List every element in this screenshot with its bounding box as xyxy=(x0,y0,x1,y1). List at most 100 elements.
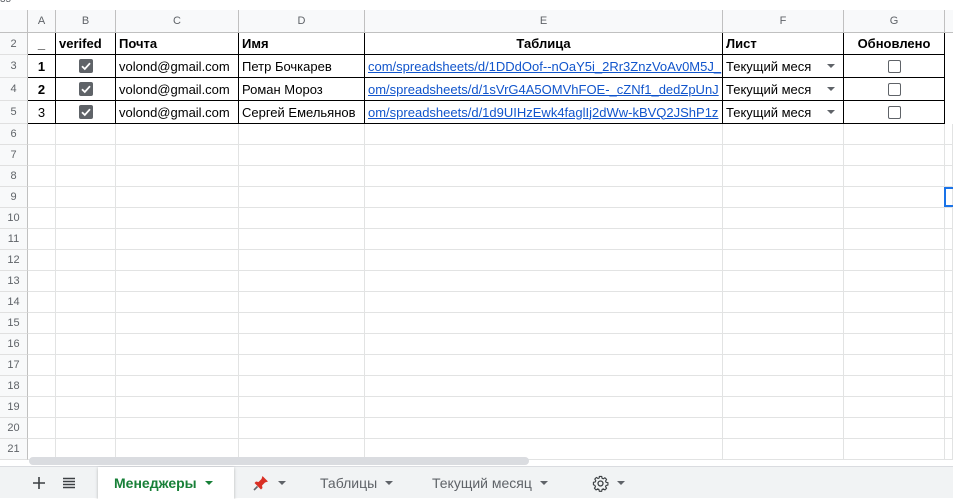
sheet-dropdown-cell[interactable]: Текущий меся xyxy=(723,78,844,101)
empty-cell[interactable] xyxy=(56,271,116,292)
empty-cell[interactable] xyxy=(116,355,239,376)
checkbox-checked[interactable] xyxy=(78,59,93,73)
column-header-g[interactable]: G xyxy=(844,10,945,33)
email-cell[interactable]: volond@gmail.com xyxy=(116,55,239,78)
updated-cell[interactable] xyxy=(844,78,945,101)
empty-cell[interactable] xyxy=(56,355,116,376)
row-header[interactable]: 17 xyxy=(0,355,28,376)
empty-cell[interactable] xyxy=(56,334,116,355)
empty-cell[interactable] xyxy=(116,208,239,229)
sheet-dropdown-cell[interactable]: Текущий меся xyxy=(723,101,844,124)
empty-cell[interactable] xyxy=(116,187,239,208)
empty-cell[interactable] xyxy=(365,145,723,166)
empty-cell[interactable] xyxy=(239,250,365,271)
empty-cell[interactable] xyxy=(365,334,723,355)
empty-cell[interactable] xyxy=(239,355,365,376)
checkbox-unchecked[interactable] xyxy=(887,105,901,119)
row-header[interactable]: 14 xyxy=(0,292,28,313)
row-header[interactable]: 20 xyxy=(0,418,28,439)
tab-settings[interactable] xyxy=(580,467,644,499)
column-header-b[interactable]: B xyxy=(56,10,116,33)
all-sheets-button[interactable] xyxy=(58,467,80,499)
row-header[interactable]: 7 xyxy=(0,145,28,166)
empty-cell[interactable] xyxy=(28,229,56,250)
empty-cell[interactable] xyxy=(844,418,945,439)
tab-menu-arrow-icon[interactable] xyxy=(278,481,286,485)
header-cell-verified[interactable]: verifed xyxy=(56,33,116,55)
dropdown-arrow-icon[interactable] xyxy=(827,110,835,114)
empty-cell[interactable] xyxy=(723,334,844,355)
table-link-cell[interactable]: com/spreadsheets/d/1DDdOof--nOaY5i_2Rr3Z… xyxy=(365,55,723,78)
empty-cell[interactable] xyxy=(28,376,56,397)
row-number-cell[interactable]: 2 xyxy=(28,78,56,101)
empty-cell[interactable] xyxy=(945,355,953,376)
checkbox-unchecked[interactable] xyxy=(887,82,901,96)
empty-cell[interactable] xyxy=(945,124,953,145)
row-header[interactable]: 12 xyxy=(0,250,28,271)
empty-cell[interactable] xyxy=(365,250,723,271)
empty-cell[interactable] xyxy=(723,208,844,229)
empty-cell[interactable] xyxy=(56,208,116,229)
column-header-c[interactable]: C xyxy=(116,10,239,33)
empty-cell[interactable] xyxy=(56,166,116,187)
empty-cell[interactable] xyxy=(844,145,945,166)
empty-cell[interactable] xyxy=(116,418,239,439)
empty-cell[interactable] xyxy=(239,166,365,187)
name-cell[interactable]: Сергей Емельянов xyxy=(239,101,365,124)
empty-cell[interactable] xyxy=(365,418,723,439)
empty-cell[interactable] xyxy=(116,271,239,292)
email-cell[interactable]: volond@gmail.com xyxy=(116,101,239,124)
tab-menu-arrow-icon[interactable] xyxy=(617,481,625,485)
row-number-cell[interactable]: 1 xyxy=(28,55,56,78)
empty-cell[interactable] xyxy=(365,187,723,208)
empty-cell[interactable] xyxy=(56,124,116,145)
empty-cell[interactable] xyxy=(239,313,365,334)
empty-cell[interactable] xyxy=(365,229,723,250)
header-cell-name[interactable]: Имя xyxy=(239,33,365,55)
empty-cell[interactable] xyxy=(116,397,239,418)
empty-cell[interactable] xyxy=(239,418,365,439)
checkbox-checked[interactable] xyxy=(78,105,93,119)
empty-cell[interactable] xyxy=(723,271,844,292)
empty-cell[interactable] xyxy=(844,250,945,271)
empty-cell[interactable] xyxy=(844,397,945,418)
empty-cell[interactable] xyxy=(844,187,945,208)
empty-cell[interactable] xyxy=(945,229,953,250)
empty-cell[interactable] xyxy=(239,229,365,250)
empty-cell[interactable] xyxy=(56,418,116,439)
empty-cell[interactable] xyxy=(365,292,723,313)
row-header[interactable]: 19 xyxy=(0,397,28,418)
empty-cell[interactable] xyxy=(723,187,844,208)
empty-cell[interactable] xyxy=(28,313,56,334)
column-header-h[interactable] xyxy=(945,10,953,33)
empty-cell[interactable] xyxy=(239,208,365,229)
header-cell-email[interactable]: Почта xyxy=(116,33,239,55)
empty-cell[interactable] xyxy=(365,355,723,376)
empty-cell[interactable] xyxy=(28,145,56,166)
empty-cell[interactable] xyxy=(945,439,953,460)
dropdown-arrow-icon[interactable] xyxy=(827,87,835,91)
empty-cell[interactable] xyxy=(239,376,365,397)
empty-cell[interactable] xyxy=(56,313,116,334)
empty-cell[interactable] xyxy=(945,334,953,355)
empty-cell[interactable] xyxy=(116,313,239,334)
empty-cell[interactable] xyxy=(723,250,844,271)
empty-cell[interactable] xyxy=(723,313,844,334)
horizontal-scrollbar[interactable] xyxy=(29,457,529,465)
selected-cell-outline[interactable] xyxy=(944,187,953,207)
empty-cell[interactable] xyxy=(365,166,723,187)
empty-cell[interactable] xyxy=(723,292,844,313)
tab-pinned[interactable] xyxy=(238,467,302,499)
header-cell-a[interactable]: _ xyxy=(28,33,56,55)
row-header[interactable]: 10 xyxy=(0,208,28,229)
row-header[interactable]: 5 xyxy=(0,101,28,124)
empty-cell[interactable] xyxy=(945,313,953,334)
tab-menu-arrow-icon[interactable] xyxy=(385,481,394,485)
empty-cell[interactable] xyxy=(365,271,723,292)
empty-cell[interactable] xyxy=(56,187,116,208)
dropdown-arrow-icon[interactable] xyxy=(827,64,835,68)
empty-cell[interactable] xyxy=(239,124,365,145)
empty-cell[interactable] xyxy=(844,439,945,460)
empty-cell[interactable] xyxy=(116,166,239,187)
empty-cell[interactable] xyxy=(844,208,945,229)
